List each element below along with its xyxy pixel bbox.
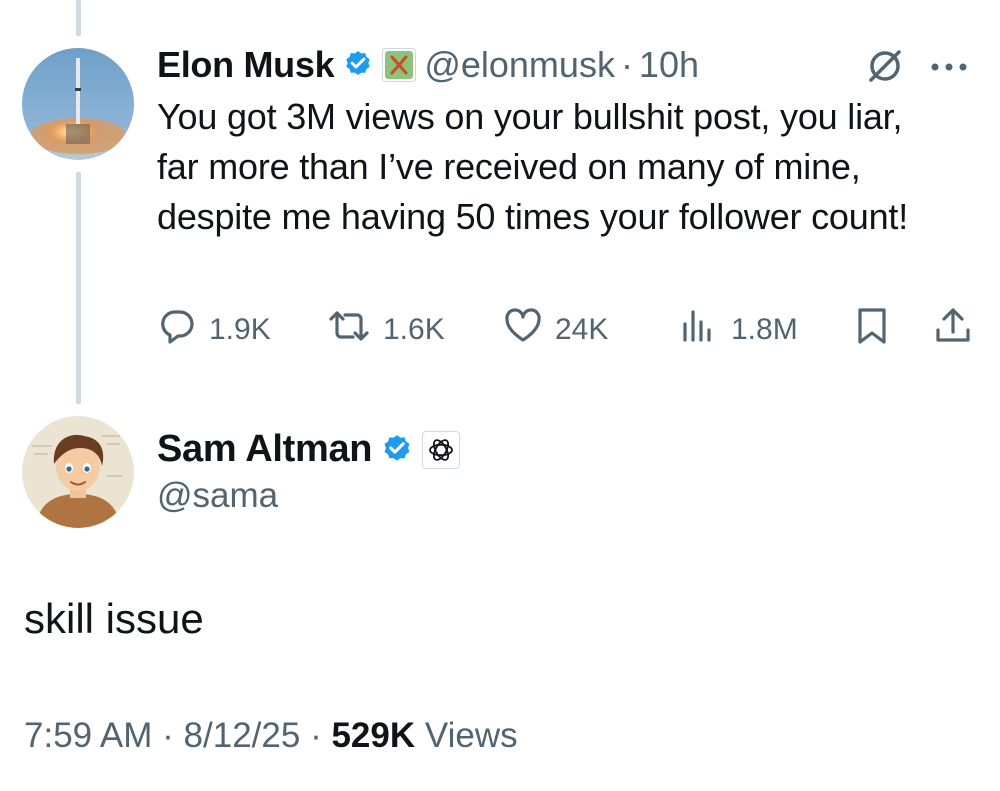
handle-sama[interactable]: @sama: [157, 476, 278, 516]
reply-views-count[interactable]: 529K: [331, 716, 415, 755]
repost-count: 1.6K: [383, 313, 445, 346]
reply-date[interactable]: 8/12/25: [184, 716, 301, 755]
reply-count: 1.9K: [209, 313, 271, 346]
reply-time[interactable]: 7:59 AM: [24, 716, 152, 755]
parent-action-bar: 1.9K 1.6K 24K 1.8M: [157, 308, 977, 352]
reply-tweet-header: Sam Altman: [157, 428, 461, 471]
meta-separator: ·: [162, 716, 174, 755]
like-button[interactable]: 24K: [503, 308, 608, 352]
reply-button[interactable]: 1.9K: [157, 308, 271, 352]
views-icon: [679, 306, 719, 354]
share-button[interactable]: [933, 308, 973, 352]
repost-button[interactable]: 1.6K: [327, 308, 445, 352]
repost-icon: [327, 306, 371, 354]
reply-icon: [157, 306, 197, 354]
display-name-sama[interactable]: Sam Altman: [157, 428, 373, 471]
avatar-elon[interactable]: [22, 48, 134, 160]
verified-badge-icon[interactable]: [380, 433, 414, 467]
parent-tweet-text: You got 3M views on your bullshit post, …: [157, 96, 908, 237]
views-count: 1.8M: [731, 313, 798, 346]
parent-tweet-header: Elon Musk @elonmusk · 10h: [157, 40, 699, 90]
reply-meta: 7:59 AM · 8/12/25 · 529K Views: [24, 716, 518, 756]
like-icon: [503, 306, 543, 354]
share-icon: [933, 306, 973, 354]
tweet-time[interactable]: 10h: [639, 44, 699, 86]
thread-line-connector: [76, 172, 81, 404]
verified-badge-icon[interactable]: [342, 49, 374, 81]
bookmark-button[interactable]: [854, 308, 890, 352]
views-button[interactable]: 1.8M: [679, 308, 798, 352]
display-name-elon[interactable]: Elon Musk: [157, 44, 335, 86]
grok-icon[interactable]: [865, 46, 905, 91]
handle-elon[interactable]: @elonmusk: [424, 44, 615, 86]
openai-affiliation-icon[interactable]: [422, 430, 461, 469]
bookmark-icon: [854, 306, 890, 354]
avatar-sama[interactable]: [22, 416, 134, 528]
like-count: 24K: [555, 313, 609, 346]
meta-separator: ·: [310, 716, 322, 755]
reply-tweet-text: skill issue: [24, 595, 204, 642]
x-affiliation-icon[interactable]: [382, 48, 417, 82]
thread-line-top: [76, 0, 81, 36]
parent-header-actions: [865, 46, 969, 91]
header-separator: ·: [620, 44, 633, 85]
reply-views-label: Views: [424, 716, 518, 755]
more-icon[interactable]: [929, 60, 969, 78]
